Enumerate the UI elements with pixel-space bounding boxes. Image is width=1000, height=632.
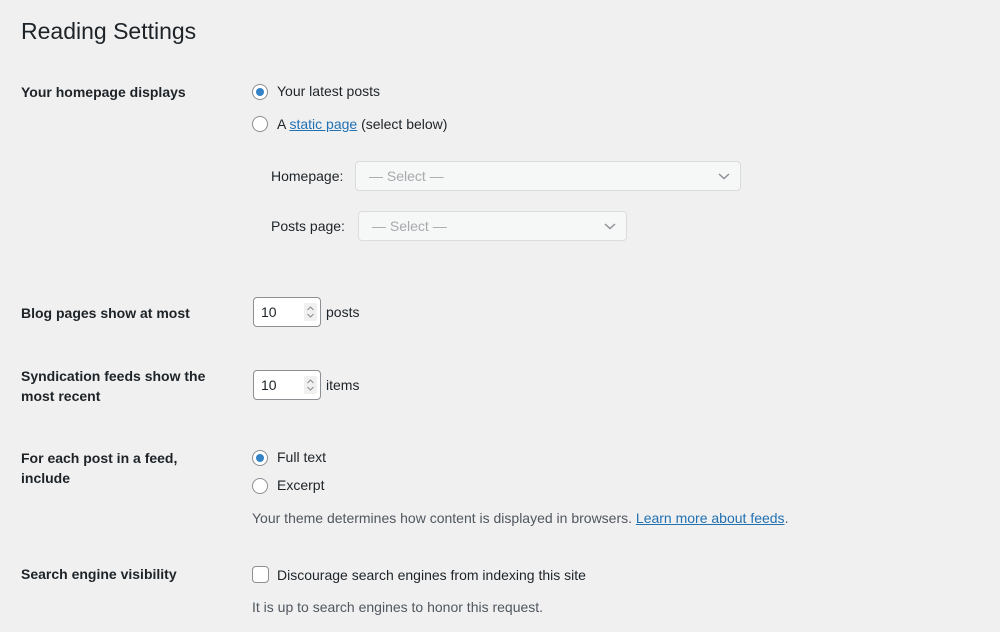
posts-page-select-value: — Select — xyxy=(372,218,447,234)
posts-page-select-label: Posts page: xyxy=(271,218,345,234)
syndication-value: 10 xyxy=(261,377,277,393)
static-page-link[interactable]: static page xyxy=(289,116,357,132)
discourage-search-label[interactable]: Discourage search engines from indexing … xyxy=(277,565,586,585)
homepage-select[interactable]: — Select — xyxy=(355,161,741,191)
discourage-search-checkbox[interactable] xyxy=(252,566,269,583)
homepage-select-label: Homepage: xyxy=(271,168,344,184)
radio-static-page-label[interactable]: A static page (select below) xyxy=(277,114,447,134)
radio-excerpt-label[interactable]: Excerpt xyxy=(277,475,324,495)
posts-page-select[interactable]: — Select — xyxy=(358,211,627,241)
blog-pages-label: Blog pages show at most xyxy=(21,305,190,321)
blog-pages-input[interactable]: 10 xyxy=(253,297,321,327)
syndication-label: Syndication feeds show the most recent xyxy=(21,366,236,406)
feed-content-label: For each post in a feed, include xyxy=(21,448,236,488)
homepage-displays-label: Your homepage displays xyxy=(21,84,186,100)
feed-description: Your theme determines how content is dis… xyxy=(252,508,788,528)
chevron-down-icon xyxy=(604,223,616,230)
syndication-unit: items xyxy=(326,377,360,393)
radio-excerpt[interactable] xyxy=(252,478,268,494)
search-visibility-description: It is up to search engines to honor this… xyxy=(252,599,544,615)
chevron-down-icon xyxy=(718,173,730,180)
radio-full-text[interactable] xyxy=(252,450,268,466)
radio-static-page[interactable] xyxy=(252,116,268,132)
feed-description-suffix: . xyxy=(784,510,789,526)
radio-full-text-label[interactable]: Full text xyxy=(277,447,326,467)
stepper-icon[interactable] xyxy=(304,376,317,394)
stepper-icon[interactable] xyxy=(304,303,317,321)
radio-latest-posts-label[interactable]: Your latest posts xyxy=(277,81,380,101)
feed-description-text: Your theme determines how content is dis… xyxy=(252,510,636,526)
radio-latest-posts[interactable] xyxy=(252,84,268,100)
page-title: Reading Settings xyxy=(21,18,197,44)
static-page-prefix: A xyxy=(277,116,290,132)
feed-content-label-line1: For each post in a feed, xyxy=(21,450,178,466)
blog-pages-value: 10 xyxy=(261,304,277,320)
syndication-label-line1: Syndication feeds show the xyxy=(21,368,206,384)
learn-more-feeds-link[interactable]: Learn more about feeds xyxy=(636,510,785,526)
search-visibility-label: Search engine visibility xyxy=(21,566,177,582)
syndication-input[interactable]: 10 xyxy=(253,370,321,400)
homepage-select-value: — Select — xyxy=(369,168,444,184)
blog-pages-unit: posts xyxy=(326,304,360,320)
syndication-label-line2: most recent xyxy=(21,388,101,404)
static-page-suffix: (select below) xyxy=(357,116,448,132)
feed-content-label-line2: include xyxy=(21,470,71,486)
